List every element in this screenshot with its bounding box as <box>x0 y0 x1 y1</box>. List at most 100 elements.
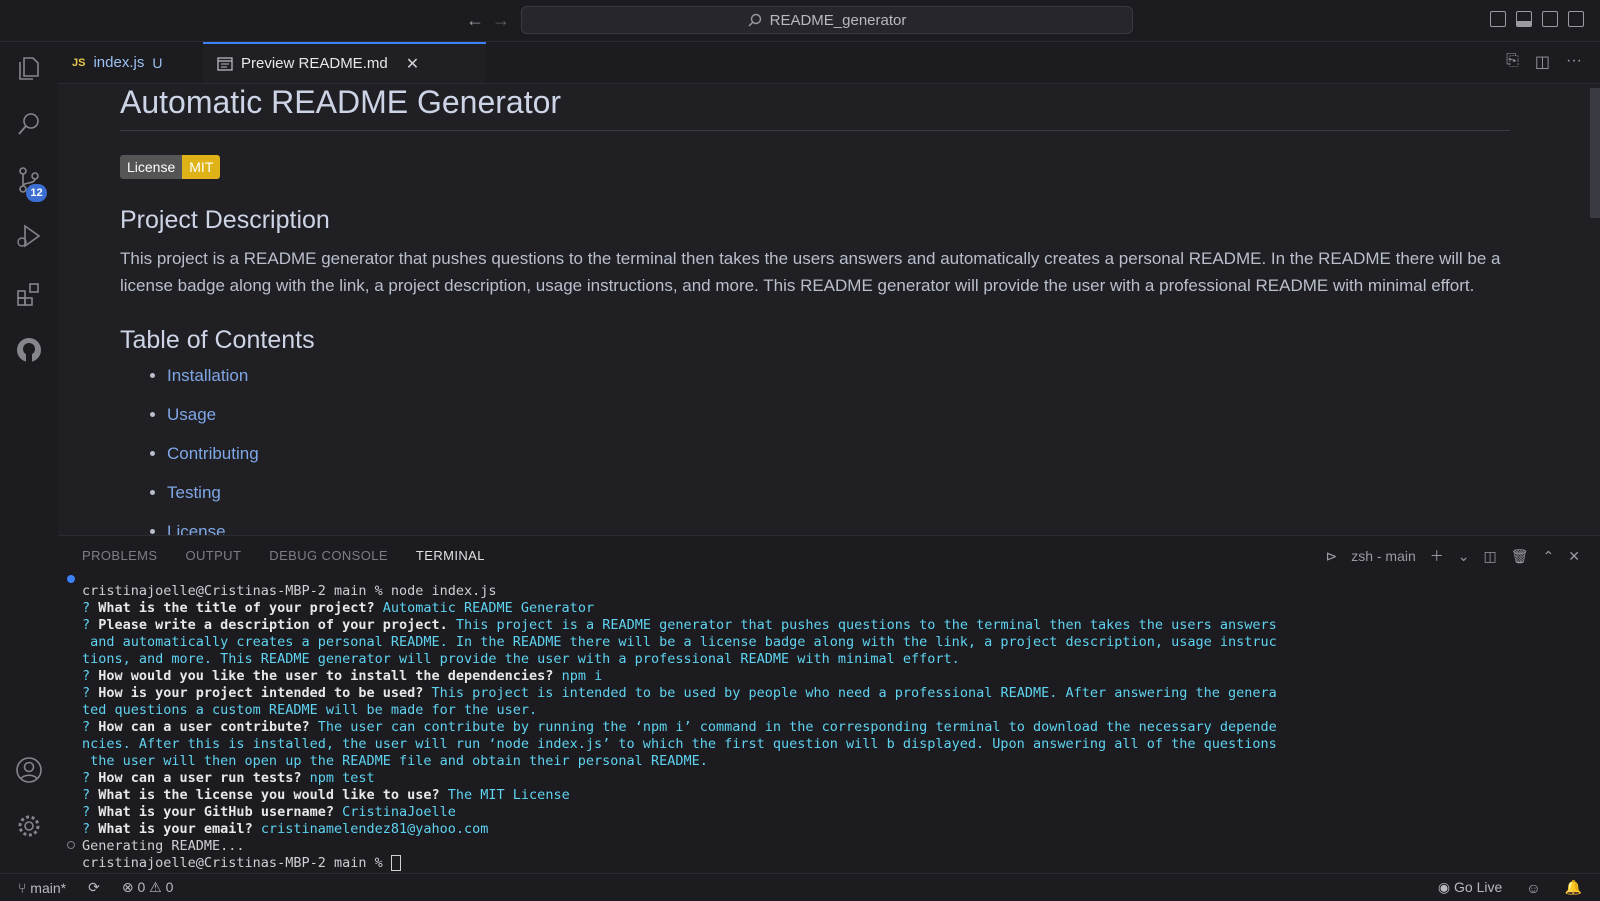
preview-icon <box>217 56 233 71</box>
terminal-line: ted questions a custom README will be ma… <box>82 702 538 718</box>
command-center-search[interactable]: README_generator <box>521 6 1133 34</box>
go-live-button[interactable]: ◉ Go Live <box>1438 879 1502 896</box>
terminal-line: ? How would you like the user to install… <box>82 668 603 684</box>
branch-indicator[interactable]: ⑂ main* <box>18 880 66 896</box>
source-control-badge: 12 <box>26 184 47 202</box>
javascript-file-icon: JS <box>72 56 86 69</box>
terminal-line: ? How is your project intended to be use… <box>82 685 1277 701</box>
back-arrow-icon[interactable]: ← <box>466 8 484 32</box>
search-icon[interactable] <box>15 110 43 138</box>
broadcast-icon: ◉ <box>1437 879 1455 895</box>
terminal-line: and automatically creates a personal REA… <box>82 634 1277 650</box>
workspace-name: README_generator <box>769 11 907 29</box>
feedback-icon[interactable]: ☺ <box>1526 880 1540 896</box>
more-actions-icon[interactable]: ··· <box>1566 52 1582 72</box>
open-source-icon[interactable]: ⎘ <box>1506 52 1519 72</box>
maximize-panel-icon[interactable]: ⌃ <box>1543 548 1555 565</box>
terminal-line: ? How can a user contribute? The user ca… <box>82 719 1277 735</box>
toggle-panel-icon[interactable] <box>1516 11 1532 27</box>
badge-label: License <box>120 155 183 179</box>
chevron-down-icon[interactable]: ⌄ <box>1458 548 1470 565</box>
toc-link-contributing[interactable]: Contributing <box>167 444 259 463</box>
readme-content: Automatic README Generator License MIT P… <box>120 84 1510 535</box>
toggle-secondary-sidebar-icon[interactable] <box>1542 11 1558 27</box>
editor-actions: ⎘ ◫ ··· <box>1506 52 1582 72</box>
toc-item: Installation <box>167 365 1510 386</box>
sync-icon[interactable]: ⟳ <box>88 879 100 896</box>
settings-gear-icon[interactable] <box>15 812 43 840</box>
terminal-line: ? What is your email? cristinamelendez81… <box>82 821 489 837</box>
title-bar: ← → README_generator <box>0 0 1600 42</box>
tab-label: Preview README.md <box>241 55 388 72</box>
explorer-icon[interactable] <box>15 54 43 82</box>
terminal-name[interactable]: zsh - main <box>1351 548 1416 564</box>
toggle-primary-sidebar-icon[interactable] <box>1490 11 1506 27</box>
terminal-line: ? What is the title of your project? Aut… <box>82 600 595 616</box>
layout-controls <box>1490 11 1584 27</box>
terminal-line: the user will then open up the README fi… <box>82 753 708 769</box>
toc-link-usage[interactable]: Usage <box>167 405 216 424</box>
warning-icon: ⚠ <box>149 879 166 895</box>
github-icon[interactable] <box>15 336 43 364</box>
command-pending-dot-icon <box>67 841 75 849</box>
editor-tab-bar: JS index.js U Preview README.md ✕ ⎘ ◫ ··… <box>58 42 1600 84</box>
error-icon: ⊗ <box>121 879 138 895</box>
editor-scrollbar[interactable] <box>1590 88 1600 218</box>
tab-debug-console[interactable]: DEBUG CONSOLE <box>269 548 388 563</box>
close-panel-icon[interactable]: ✕ <box>1568 548 1580 565</box>
terminal-line: ncies. After this is installed, the user… <box>82 736 1277 752</box>
toc-item: License <box>167 521 1510 535</box>
tab-preview-readme[interactable]: Preview README.md ✕ <box>203 42 486 83</box>
kill-terminal-icon[interactable]: 🗑 <box>1511 548 1529 565</box>
search-icon <box>748 13 761 27</box>
notifications-bell-icon[interactable]: 🔔 <box>1565 879 1582 896</box>
untracked-indicator: U <box>152 54 163 71</box>
badge-value: MIT <box>182 155 221 179</box>
license-badge[interactable]: License MIT <box>120 155 221 179</box>
panel-actions: ⊳ zsh - main ＋ ⌄ ◫ 🗑 ⌃ ✕ <box>1325 546 1580 566</box>
panel-tabs: PROBLEMS OUTPUT DEBUG CONSOLE TERMINAL <box>82 548 485 563</box>
extensions-icon[interactable] <box>15 280 43 308</box>
terminal-line: tions, and more. This README generator w… <box>82 651 960 667</box>
terminal-line: ? What is your GitHub username? Cristina… <box>82 804 456 820</box>
toc-link-testing[interactable]: Testing <box>167 483 221 502</box>
problems-indicator[interactable]: ⊗ 0 ⚠ 0 <box>122 879 174 896</box>
terminal-line: ? Please write a description of your pro… <box>82 617 1277 633</box>
command-success-dot-icon <box>67 575 75 583</box>
run-debug-icon[interactable] <box>15 222 43 250</box>
status-bar: ⑂ main* ⟳ ⊗ 0 ⚠ 0 ◉ Go Live ☺ 🔔 <box>0 873 1600 901</box>
close-icon[interactable]: ✕ <box>406 54 419 74</box>
toc-item: Usage <box>167 404 1510 425</box>
toc-item: Testing <box>167 482 1510 503</box>
tab-index-js[interactable]: JS index.js U <box>58 42 203 83</box>
terminal-output[interactable]: cristinajoelle@Cristinas-MBP-2 main % no… <box>82 583 1332 872</box>
status-left: ⑂ main* ⟳ ⊗ 0 ⚠ 0 <box>18 879 173 896</box>
description-text: This project is a README generator that … <box>120 249 1501 295</box>
markdown-preview[interactable]: Automatic README Generator License MIT P… <box>58 84 1600 535</box>
tab-terminal[interactable]: TERMINAL <box>416 548 485 563</box>
readme-title: Automatic README Generator <box>120 84 1510 131</box>
tab-label: index.js <box>93 54 145 71</box>
new-terminal-icon[interactable]: ＋ <box>1430 546 1444 566</box>
split-terminal-icon[interactable]: ◫ <box>1484 548 1497 565</box>
terminal-line: ? How can a user run tests? npm test <box>82 770 375 786</box>
terminal-line: cristinajoelle@Cristinas-MBP-2 main % <box>82 855 1332 872</box>
toc-item: Contributing <box>167 443 1510 464</box>
terminal-icon: ⊳ <box>1325 547 1338 564</box>
customize-layout-icon[interactable] <box>1568 11 1584 27</box>
status-right: ◉ Go Live ☺ 🔔 <box>1438 879 1582 896</box>
tab-output[interactable]: OUTPUT <box>185 548 241 563</box>
toc-heading: Table of Contents <box>120 326 315 354</box>
terminal-cursor <box>390 855 401 871</box>
toc-link-license[interactable]: License <box>167 522 226 535</box>
git-branch-icon: ⑂ <box>18 879 31 896</box>
accounts-icon[interactable] <box>15 756 43 784</box>
terminal-line: ? What is the license you would like to … <box>82 787 570 803</box>
toc-link-installation[interactable]: Installation <box>167 366 248 385</box>
split-editor-icon[interactable]: ◫ <box>1535 52 1550 72</box>
forward-arrow-icon[interactable]: → <box>492 8 510 32</box>
tab-problems[interactable]: PROBLEMS <box>82 548 157 563</box>
terminal-line: cristinajoelle@Cristinas-MBP-2 main % no… <box>82 583 497 599</box>
bottom-panel: PROBLEMS OUTPUT DEBUG CONSOLE TERMINAL ⊳… <box>58 535 1600 874</box>
terminal-line: Generating README... <box>82 838 245 854</box>
